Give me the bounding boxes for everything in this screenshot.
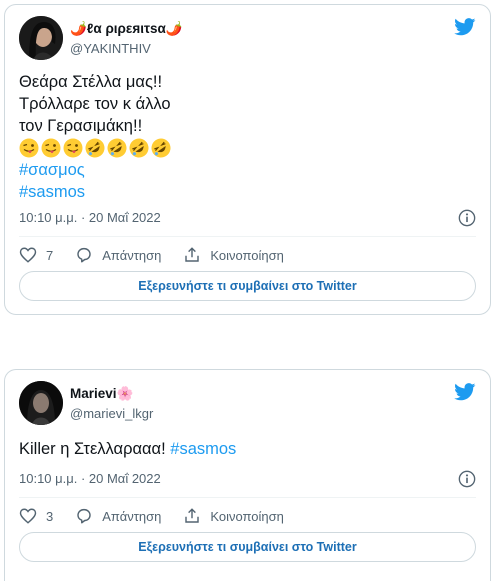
winking-tongue-emoji-icon (63, 138, 83, 158)
tweet-header: Marievi🌸 @marievi_lkgr (19, 381, 476, 431)
like-count: 7 (46, 247, 54, 263)
reply-button[interactable]: Απάντηση (75, 246, 161, 264)
reply-bubble-icon (77, 247, 91, 263)
twitter-bird-icon[interactable] (454, 383, 476, 401)
tweet-header: 🌶️ℓα ριρεяιτѕα🌶️ @YAKINTHIV (19, 16, 476, 66)
share-button[interactable]: Κοινοποίηση (183, 246, 284, 264)
heart-icon (19, 247, 37, 263)
display-name[interactable]: 🌶️ℓα ριρεяιτѕα🌶️ (70, 21, 183, 37)
like-count: 3 (46, 508, 54, 524)
hashtag-link[interactable]: #σασμος (19, 159, 476, 181)
twitter-bird-icon[interactable] (454, 18, 476, 36)
hashtag-link[interactable]: #sasmos (170, 440, 236, 458)
tweet-text: Killer η Στελλαρααα! #sasmos (19, 438, 476, 460)
info-icon[interactable] (458, 470, 476, 488)
heart-icon (19, 508, 37, 524)
tweet-text-content: Killer η Στελλαρααα! (19, 440, 166, 458)
winking-tongue-emoji-icon (41, 138, 61, 158)
rofl-emoji-icon (129, 138, 149, 158)
rofl-emoji-icon (85, 138, 105, 158)
winking-tongue-emoji-icon (19, 138, 39, 158)
explore-twitter-button[interactable]: Εξερευνήστε τι συμβαίνει στο Twitter (19, 532, 476, 562)
reply-label: Απάντηση (102, 508, 162, 524)
like-button[interactable]: 3 (19, 507, 53, 525)
explore-twitter-button[interactable]: Εξερευνήστε τι συμβαίνει στο Twitter (19, 271, 476, 301)
tweet-text-line: τον Γερασιμάκη!! (19, 117, 143, 135)
avatar-image (19, 16, 63, 60)
reply-button[interactable]: Απάντηση (75, 507, 161, 525)
avatar[interactable] (19, 16, 63, 60)
tweet-text: Θεάρα Στέλλα μας!! Τρόλλαρε τον κ άλλο τ… (19, 71, 476, 203)
tweet-actions: 3 Απάντηση Κοινοποίηση (19, 506, 476, 526)
tweet-card: 🌶️ℓα ριρεяιτѕα🌶️ @YAKINTHIV Θεάρα Στέλλα… (4, 4, 491, 315)
divider (19, 236, 476, 237)
info-icon[interactable] (458, 209, 476, 227)
reply-label: Απάντηση (102, 247, 162, 263)
share-icon (185, 508, 200, 523)
tweet-text-line: Θεάρα Στέλλα μας!! (19, 73, 163, 91)
share-button[interactable]: Κοινοποίηση (183, 507, 284, 525)
tweet-card: Marievi🌸 @marievi_lkgr Killer η Στελλαρα… (4, 369, 491, 581)
avatar-image (19, 381, 63, 425)
rofl-emoji-icon (151, 138, 171, 158)
emoji-row (19, 137, 476, 159)
reply-bubble-icon (77, 508, 91, 524)
divider (19, 497, 476, 498)
like-button[interactable]: 7 (19, 246, 53, 264)
tweet-timestamp[interactable]: 10:10 μ.μ. · 20 Μαΐ 2022 (19, 471, 161, 487)
display-name[interactable]: Marievi🌸 (70, 386, 153, 402)
rofl-emoji-icon (107, 138, 127, 158)
tweet-timestamp[interactable]: 10:10 μ.μ. · 20 Μαΐ 2022 (19, 210, 161, 226)
user-handle[interactable]: @YAKINTHIV (70, 41, 183, 57)
tweet-actions: 7 Απάντηση Κοινοποίηση (19, 245, 476, 265)
hashtag-link[interactable]: #sasmos (19, 181, 476, 203)
tweet-text-line: Τρόλλαρε τον κ άλλο (19, 95, 171, 113)
avatar[interactable] (19, 381, 63, 425)
user-handle[interactable]: @marievi_lkgr (70, 406, 153, 422)
share-label: Κοινοποίηση (210, 247, 284, 263)
share-icon (185, 247, 200, 262)
share-label: Κοινοποίηση (210, 508, 284, 524)
